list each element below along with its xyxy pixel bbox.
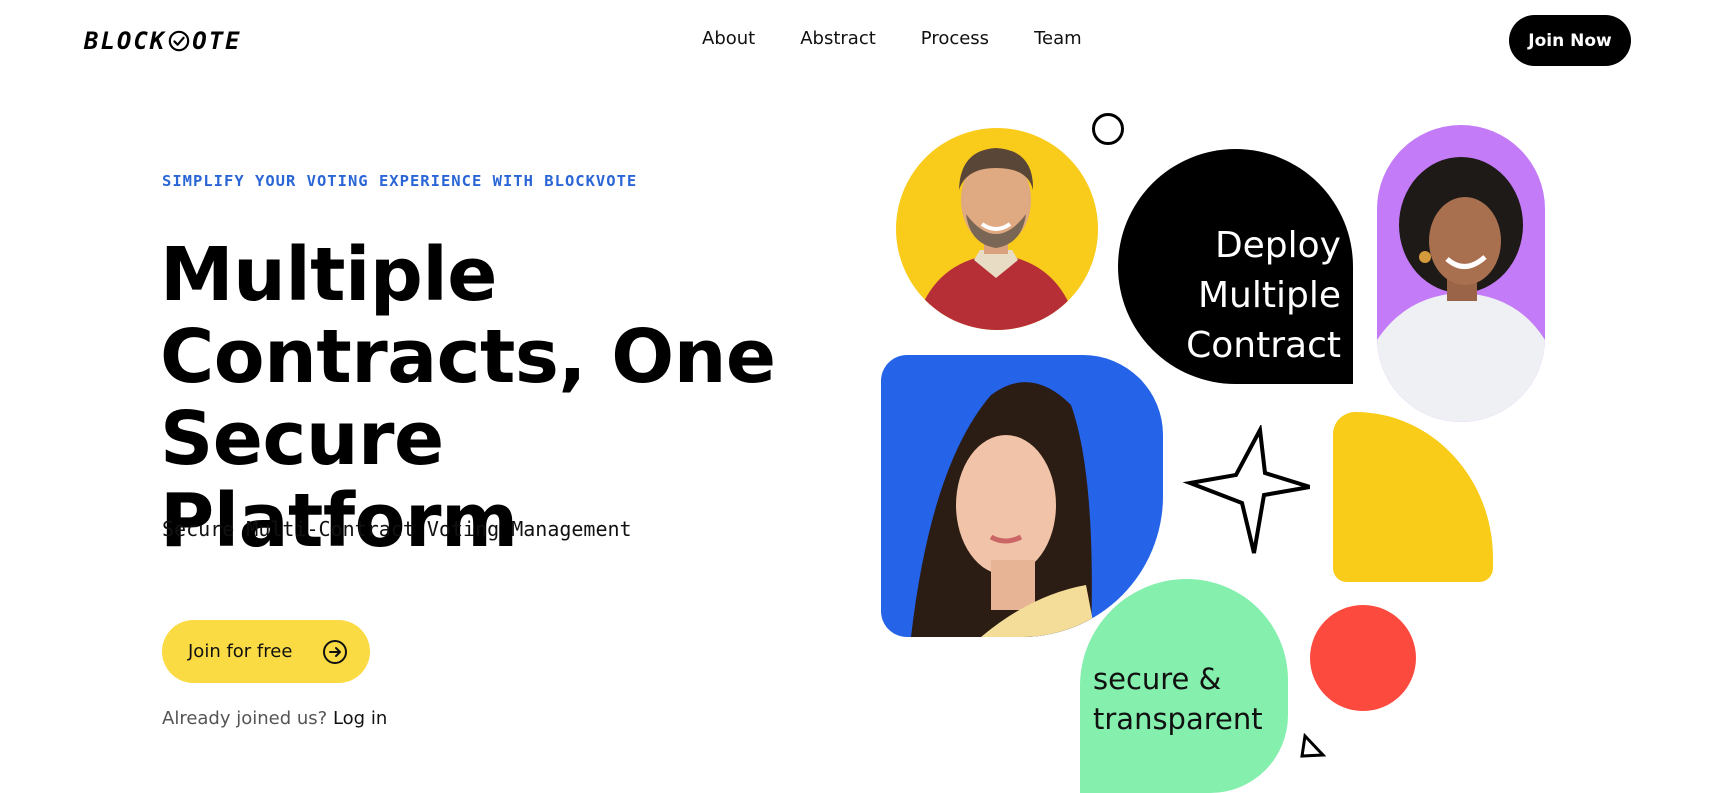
- join-for-free-label: Join for free: [188, 641, 293, 662]
- brand-logo[interactable]: BLOCK OTE: [84, 24, 242, 58]
- red-circle-shape: [1310, 605, 1416, 711]
- login-link[interactable]: Log in: [333, 708, 387, 729]
- triangle-outline-icon: [1300, 733, 1326, 758]
- deploy-contract-card: Deploy Multiple Contract: [1118, 149, 1353, 384]
- secure-transparent-text: secure & transparent: [1093, 659, 1263, 739]
- hero-subheading: Secure Multi-Contract Voting Management: [162, 517, 632, 541]
- woman-smiling-image: [1377, 157, 1545, 422]
- join-now-button[interactable]: Join Now: [1509, 15, 1631, 66]
- yellow-quarter-shape: [1333, 412, 1493, 582]
- main-nav: About Abstract Process Team: [702, 28, 1082, 49]
- hero-eyebrow: SIMPLIFY YOUR VOTING EXPERIENCE WITH BLO…: [162, 172, 638, 190]
- arrow-right-circle-icon: [323, 639, 347, 664]
- check-circle-icon: [168, 30, 190, 52]
- star-outline-icon: [1182, 425, 1310, 554]
- deploy-contract-text: Deploy Multiple Contract: [1186, 221, 1341, 371]
- nav-link-team[interactable]: Team: [1034, 28, 1082, 49]
- man-portrait-circle: [896, 128, 1098, 330]
- logo-text-left: BLOCK: [84, 27, 167, 55]
- nav-link-process[interactable]: Process: [921, 28, 989, 49]
- login-prompt: Already joined us? Log in: [162, 708, 387, 729]
- hero-headline: Multiple Contracts, One Secure Platform: [160, 234, 800, 562]
- nav-link-abstract[interactable]: Abstract: [800, 28, 876, 49]
- deploy-line-2: Multiple: [1198, 275, 1341, 316]
- logo-text-right: OTE: [192, 27, 242, 55]
- secure-transparent-card: secure & transparent: [1080, 579, 1288, 793]
- deploy-line-3: Contract: [1186, 325, 1341, 366]
- headline-line-2: Contracts, One: [160, 314, 776, 400]
- woman-portrait-image: [911, 382, 1096, 637]
- deploy-line-1: Deploy: [1214, 225, 1341, 266]
- secure-line-2: transparent: [1093, 702, 1263, 736]
- ring-icon: [1092, 113, 1124, 145]
- man-portrait-image: [921, 148, 1071, 330]
- join-for-free-button[interactable]: Join for free: [162, 620, 370, 683]
- headline-line-1: Multiple: [160, 232, 497, 318]
- login-prompt-text: Already joined us?: [162, 708, 328, 729]
- secure-line-1: secure &: [1093, 662, 1222, 696]
- woman-portrait-card: [881, 355, 1163, 637]
- nav-link-about[interactable]: About: [702, 28, 755, 49]
- woman-portrait-pill: [1377, 125, 1545, 422]
